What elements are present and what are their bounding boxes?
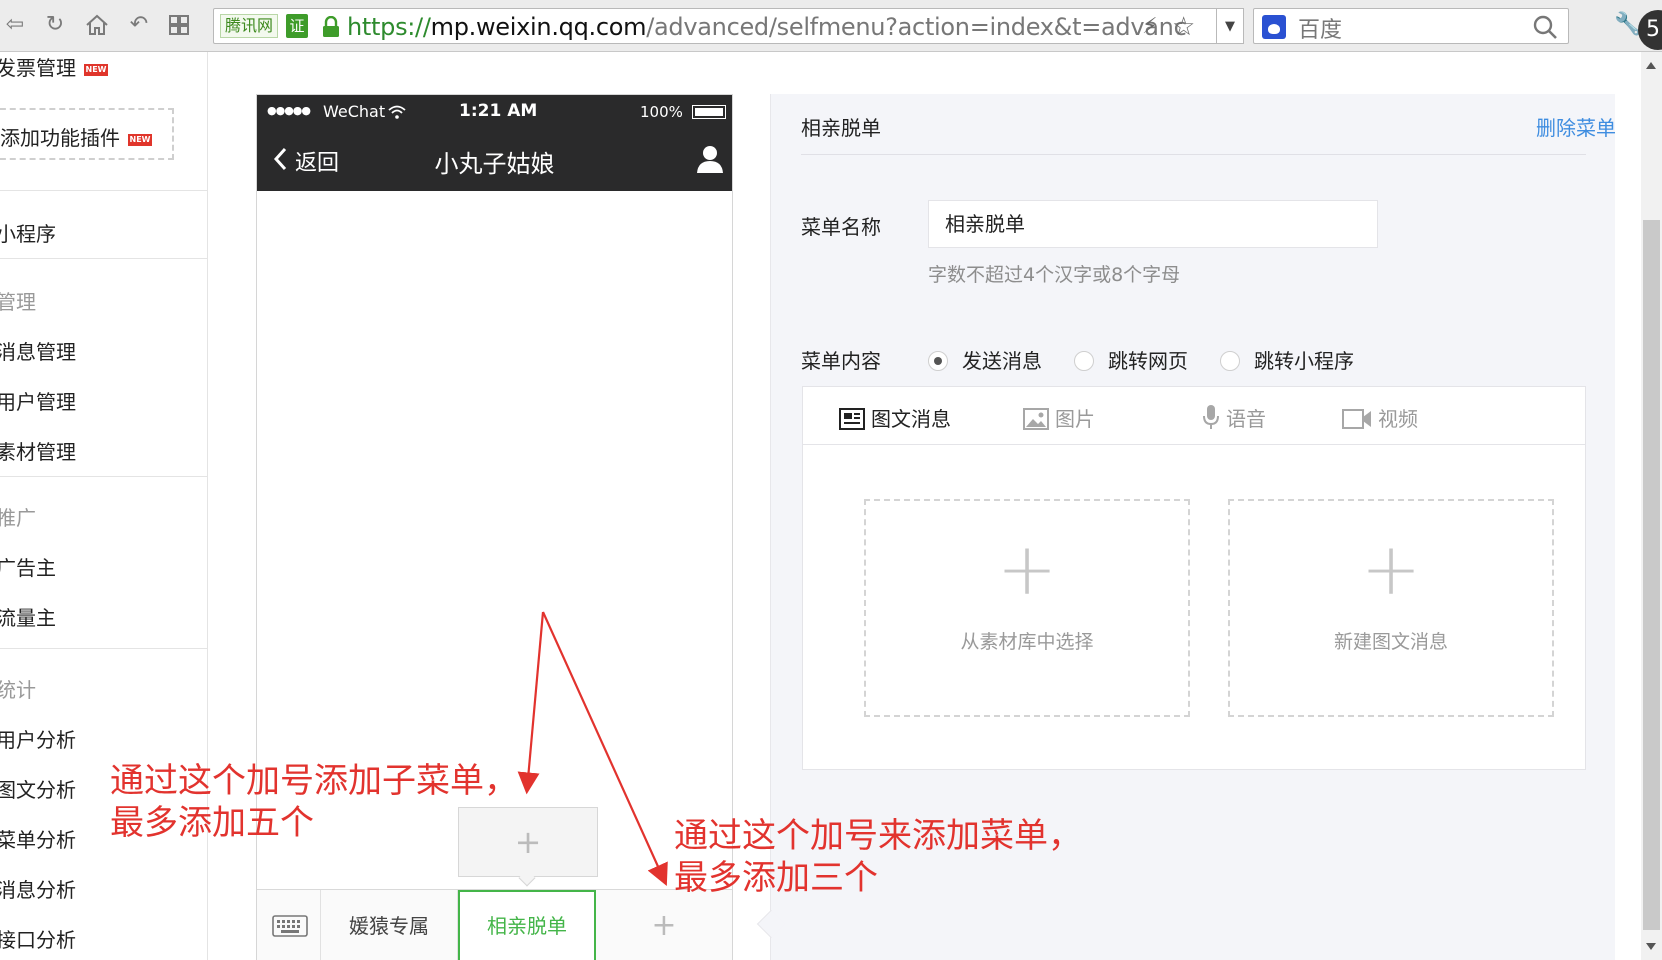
video-icon	[1342, 408, 1372, 435]
radio-checked-icon	[928, 351, 948, 371]
plus-icon: +	[1360, 527, 1422, 611]
microphone-icon	[1202, 404, 1220, 435]
sidebar-item-mini-program[interactable]: 小程序	[0, 218, 56, 247]
lightning-icon[interactable]: ⚡	[1142, 14, 1157, 39]
annotation-submenu-note: 通过这个加号添加子菜单， 最多添加五个	[110, 760, 518, 844]
select-from-library-card[interactable]: + 从素材库中选择	[864, 499, 1190, 717]
new-badge: NEW	[128, 133, 152, 146]
back-arrow-icon[interactable]: ⇦	[2, 12, 28, 38]
baidu-paw-icon	[1262, 15, 1286, 39]
bookmark-star-icon[interactable]: ☆	[1172, 12, 1195, 42]
chat-title: 小丸子姑娘	[434, 150, 555, 178]
corner-badge[interactable]: 5	[1638, 10, 1662, 50]
card-label: 从素材库中选择	[960, 631, 1094, 653]
sidebar-item-api-analysis[interactable]: 接口分析	[0, 924, 76, 953]
sidebar-divider	[0, 476, 207, 477]
site-badge: 腾讯网	[220, 14, 279, 38]
sidebar-item-menu-analysis[interactable]: 菜单分析	[0, 824, 76, 853]
scroll-down-arrow-icon[interactable]	[1646, 943, 1656, 950]
radio-open-mini-program[interactable]: 跳转小程序	[1220, 345, 1354, 374]
radio-send-message[interactable]: 发送消息	[928, 345, 1042, 374]
sidebar-item-publisher[interactable]: 流量主	[0, 602, 56, 631]
refresh-icon[interactable]: ↻	[42, 12, 68, 38]
apps-grid-icon[interactable]	[166, 12, 192, 38]
carrier-label: WeChat	[323, 102, 386, 121]
image-icon	[1023, 408, 1049, 435]
sidebar-item-article-analysis[interactable]: 图文分析	[0, 774, 76, 803]
news-icon	[839, 408, 865, 435]
search-box[interactable]: 百度	[1253, 8, 1569, 44]
menu-name-input[interactable]: 相亲脱单	[928, 200, 1378, 248]
radio-unchecked-icon	[1220, 351, 1240, 371]
url-dropdown-button[interactable]: ▼	[1216, 8, 1244, 44]
sidebar-item-materials[interactable]: 素材管理	[0, 436, 76, 465]
scrollbar-thumb[interactable]	[1643, 220, 1660, 930]
sidebar-section-manage: 管理	[0, 290, 36, 314]
address-bar[interactable]: 腾讯网 证 https://mp.weixin.qq.com/advanced/…	[213, 8, 1225, 44]
message-type-box: 图文消息 图片 语音 视频 + 从素材库中选择 + 新建图文消息	[802, 386, 1586, 770]
editor-title: 相亲脱单	[801, 116, 881, 140]
certificate-badge[interactable]: 证	[286, 14, 308, 38]
annotation-line: 通过这个加号来添加菜单，	[674, 816, 1082, 856]
annotation-line: 最多添加五个	[110, 803, 314, 843]
sidebar-item-advertiser[interactable]: 广告主	[0, 552, 56, 581]
menu-name-hint: 字数不超过4个汉字或8个字母	[928, 264, 1181, 286]
sidebar-section-stats: 统计	[0, 678, 36, 702]
annotation-line: 通过这个加号添加子菜单，	[110, 761, 518, 801]
home-icon[interactable]	[84, 12, 110, 38]
search-icon[interactable]	[1532, 14, 1558, 40]
add-menu-button[interactable]: +	[596, 890, 732, 960]
sidebar-divider	[0, 258, 207, 259]
sidebar-item-invoice[interactable]: 发票管理 NEW	[0, 52, 108, 81]
browser-toolbar: ⇦ ↻ ↶ 腾讯网 证 https://mp.weixin.qq.com/adv…	[0, 0, 1662, 52]
status-time: 1:21 AM	[459, 101, 538, 121]
menu-content-label: 菜单内容	[801, 349, 881, 373]
sidebar-item-users[interactable]: 用户管理	[0, 386, 76, 415]
annotation-line: 最多添加三个	[674, 858, 878, 898]
tab-video[interactable]: 视频	[1342, 403, 1418, 435]
radio-unchecked-icon	[1074, 351, 1094, 371]
tab-voice[interactable]: 语音	[1202, 403, 1266, 435]
phone-status-bar: ●●●●● WeChat 1:21 AM 100%	[257, 95, 732, 129]
card-label: 新建图文消息	[1333, 631, 1448, 653]
sidebar-item-user-analysis[interactable]: 用户分析	[0, 724, 76, 753]
sidebar-section-promotion: 推广	[0, 506, 36, 530]
menu-item-2-selected[interactable]: 相亲脱单	[458, 890, 596, 960]
battery-icon	[692, 105, 726, 119]
tab-news[interactable]: 图文消息	[839, 403, 951, 435]
search-engine-label: 百度	[1298, 18, 1343, 43]
keyboard-icon[interactable]	[257, 890, 321, 960]
battery-percent: 100%	[640, 103, 683, 121]
custom-menu-bar: 媛猿专属 相亲脱单 +	[257, 889, 732, 960]
profile-icon[interactable]	[697, 145, 723, 173]
panel-pointer	[756, 909, 786, 939]
menu-item-1[interactable]: 媛猿专属	[321, 890, 458, 960]
chat-title-bar: 返回 小丸子姑娘	[257, 129, 732, 191]
annotation-menu-note: 通过这个加号来添加菜单， 最多添加三个	[674, 815, 1082, 899]
new-article-card[interactable]: + 新建图文消息	[1228, 499, 1554, 717]
delete-menu-link[interactable]: 删除菜单	[1522, 112, 1616, 141]
plus-icon: +	[996, 527, 1058, 611]
sidebar-item-message-analysis[interactable]: 消息分析	[0, 874, 76, 903]
url-text[interactable]: https://mp.weixin.qq.com/advanced/selfme…	[347, 13, 1187, 41]
sidebar-divider	[0, 648, 207, 649]
add-plugin-button[interactable]: 添加功能插件 NEW	[0, 108, 174, 160]
scroll-up-arrow-icon[interactable]	[1646, 62, 1656, 69]
vertical-scrollbar[interactable]	[1641, 52, 1662, 960]
radio-open-webpage[interactable]: 跳转网页	[1074, 345, 1188, 374]
new-badge: NEW	[84, 63, 108, 76]
sidebar-item-messages[interactable]: 消息管理	[0, 336, 76, 365]
menu-name-label: 菜单名称	[801, 215, 881, 239]
lock-icon	[322, 15, 340, 38]
divider	[801, 154, 1586, 155]
wifi-icon	[388, 104, 406, 119]
message-type-tabs: 图文消息 图片 语音 视频	[803, 387, 1585, 445]
signal-dots-icon: ●●●●●	[267, 104, 311, 117]
sidebar-divider	[0, 190, 207, 191]
tab-image[interactable]: 图片	[1023, 403, 1095, 435]
undo-close-icon[interactable]: ↶	[126, 12, 152, 38]
